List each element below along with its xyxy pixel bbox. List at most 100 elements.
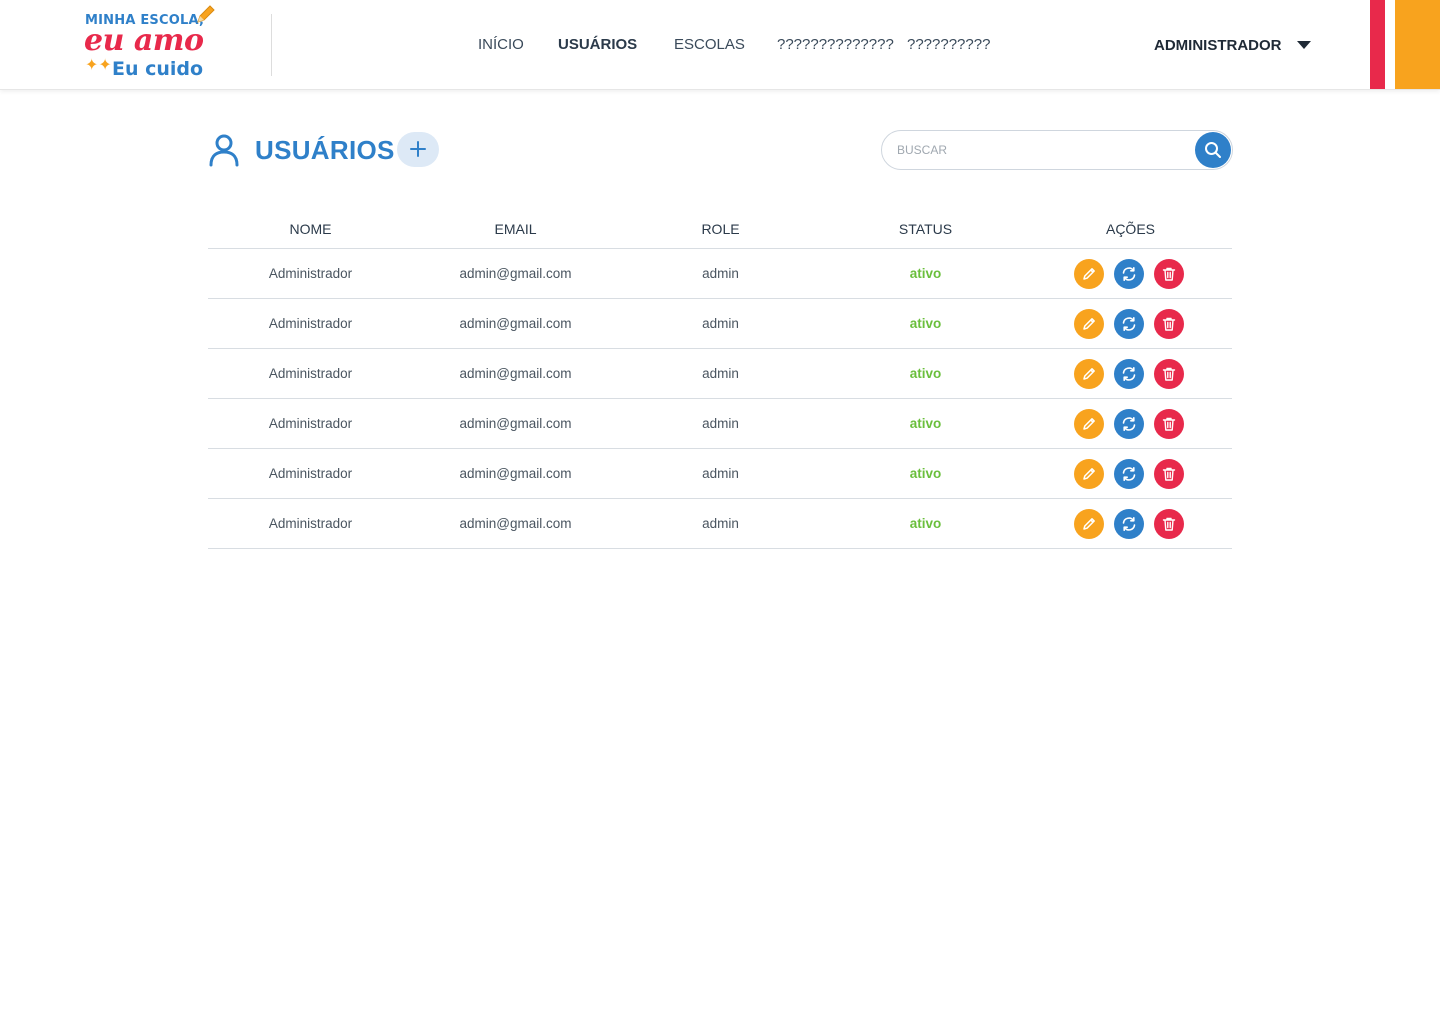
reset-button[interactable] bbox=[1114, 359, 1144, 389]
user-menu[interactable]: ADMINISTRADOR bbox=[1154, 35, 1311, 55]
trash-icon bbox=[1162, 467, 1176, 481]
row-actions bbox=[1074, 459, 1186, 489]
cell-nome: Administrador bbox=[268, 516, 353, 531]
status-badge: ativo bbox=[909, 266, 942, 281]
edit-button[interactable] bbox=[1074, 459, 1104, 489]
reset-button[interactable] bbox=[1114, 459, 1144, 489]
user-menu-label: ADMINISTRADOR bbox=[1154, 37, 1282, 54]
pencil-icon bbox=[1083, 368, 1095, 380]
column-header-email[interactable]: EMAIL bbox=[413, 219, 618, 239]
cell-nome: Administrador bbox=[268, 266, 353, 281]
cell-email: admin@gmail.com bbox=[459, 366, 572, 381]
table-header: NOME EMAIL ROLE STATUS AÇÕES bbox=[208, 210, 1232, 249]
top-header: MINHA ESCOLA, eu amo ✦✦ Eu cuido INÍCIO … bbox=[0, 0, 1440, 90]
page-title: USUÁRIOS bbox=[255, 135, 395, 165]
cell-email: admin@gmail.com bbox=[459, 316, 572, 331]
nav-item-5[interactable]: ?????????? bbox=[907, 35, 990, 55]
table-row: Administrador admin@gmail.com admin ativo bbox=[208, 499, 1232, 549]
cell-nome: Administrador bbox=[268, 366, 353, 381]
column-header-acoes: AÇÕES bbox=[1105, 221, 1155, 237]
cell-role: admin bbox=[702, 316, 739, 331]
cell-role: admin bbox=[702, 416, 739, 431]
delete-button[interactable] bbox=[1154, 459, 1184, 489]
reset-button[interactable] bbox=[1114, 509, 1144, 539]
status-badge: ativo bbox=[909, 516, 942, 531]
trash-icon bbox=[1162, 367, 1176, 381]
user-icon bbox=[209, 134, 239, 167]
trash-icon bbox=[1162, 417, 1176, 431]
trash-icon bbox=[1162, 267, 1176, 281]
edit-button[interactable] bbox=[1074, 309, 1104, 339]
table-body: Administrador admin@gmail.com admin ativo Ad… bbox=[208, 249, 1232, 549]
column-header-role[interactable]: ROLE bbox=[618, 219, 823, 239]
cell-email: admin@gmail.com bbox=[459, 266, 572, 281]
logo-line-3: Eu cuido bbox=[112, 58, 204, 80]
status-badge: ativo bbox=[909, 416, 942, 431]
caret-down-icon[interactable] bbox=[1297, 41, 1311, 49]
pencil-icon bbox=[1083, 318, 1095, 330]
table-row: Administrador admin@gmail.com admin ativo bbox=[208, 449, 1232, 499]
reset-button[interactable] bbox=[1114, 309, 1144, 339]
status-badge: ativo bbox=[909, 466, 942, 481]
reset-button[interactable] bbox=[1114, 409, 1144, 439]
edit-button[interactable] bbox=[1074, 409, 1104, 439]
users-table: NOME EMAIL ROLE STATUS AÇÕES Administrad… bbox=[208, 210, 1232, 549]
cell-role: admin bbox=[702, 516, 739, 531]
refresh-icon bbox=[1122, 417, 1136, 431]
sparkle-icon: ✦✦ bbox=[85, 55, 112, 74]
row-actions bbox=[1074, 259, 1186, 289]
delete-button[interactable] bbox=[1154, 509, 1184, 539]
plus-icon bbox=[410, 141, 426, 157]
pencil-icon bbox=[1083, 518, 1095, 530]
refresh-icon bbox=[1122, 467, 1136, 481]
delete-button[interactable] bbox=[1154, 309, 1184, 339]
cell-nome: Administrador bbox=[268, 416, 353, 431]
pencil-icon bbox=[1083, 268, 1095, 280]
row-actions bbox=[1074, 509, 1186, 539]
pencil-icon bbox=[1083, 418, 1095, 430]
cell-role: admin bbox=[702, 466, 739, 481]
search-button[interactable] bbox=[1195, 132, 1231, 168]
search-box bbox=[881, 130, 1233, 170]
cell-nome: Administrador bbox=[268, 316, 353, 331]
refresh-icon bbox=[1122, 317, 1136, 331]
nav-item-escolas[interactable]: ESCOLAS bbox=[674, 35, 745, 55]
table-row: Administrador admin@gmail.com admin ativo bbox=[208, 399, 1232, 449]
trash-icon bbox=[1162, 317, 1176, 331]
cell-email: admin@gmail.com bbox=[459, 466, 572, 481]
column-header-nome[interactable]: NOME bbox=[208, 219, 413, 239]
edit-button[interactable] bbox=[1074, 509, 1104, 539]
edit-button[interactable] bbox=[1074, 359, 1104, 389]
column-header-status[interactable]: STATUS bbox=[823, 219, 1028, 239]
table-row: Administrador admin@gmail.com admin ativo bbox=[208, 249, 1232, 299]
cell-email: admin@gmail.com bbox=[459, 516, 572, 531]
delete-button[interactable] bbox=[1154, 409, 1184, 439]
status-badge: ativo bbox=[909, 316, 942, 331]
delete-button[interactable] bbox=[1154, 359, 1184, 389]
table-row: Administrador admin@gmail.com admin ativo bbox=[208, 349, 1232, 399]
edit-button[interactable] bbox=[1074, 259, 1104, 289]
nav-item-inicio[interactable]: INÍCIO bbox=[478, 35, 524, 55]
decorative-stripe-red bbox=[1370, 0, 1385, 89]
table-row: Administrador admin@gmail.com admin ativo bbox=[208, 299, 1232, 349]
row-actions bbox=[1074, 409, 1186, 439]
row-actions bbox=[1074, 359, 1186, 389]
search-icon bbox=[1205, 142, 1221, 158]
refresh-icon bbox=[1122, 267, 1136, 281]
cell-role: admin bbox=[702, 266, 739, 281]
nav-item-4[interactable]: ?????????????? bbox=[777, 35, 894, 55]
status-badge: ativo bbox=[909, 366, 942, 381]
refresh-icon bbox=[1122, 517, 1136, 531]
pencil-icon bbox=[1083, 468, 1095, 480]
nav-item-usuarios[interactable]: USUÁRIOS bbox=[558, 35, 637, 55]
cell-nome: Administrador bbox=[268, 466, 353, 481]
add-user-button[interactable] bbox=[397, 132, 439, 167]
trash-icon bbox=[1162, 517, 1176, 531]
delete-button[interactable] bbox=[1154, 259, 1184, 289]
decorative-stripe-orange bbox=[1395, 0, 1440, 89]
cell-email: admin@gmail.com bbox=[459, 416, 572, 431]
reset-button[interactable] bbox=[1114, 259, 1144, 289]
cell-role: admin bbox=[702, 366, 739, 381]
search-input[interactable] bbox=[897, 140, 1187, 160]
refresh-icon bbox=[1122, 367, 1136, 381]
